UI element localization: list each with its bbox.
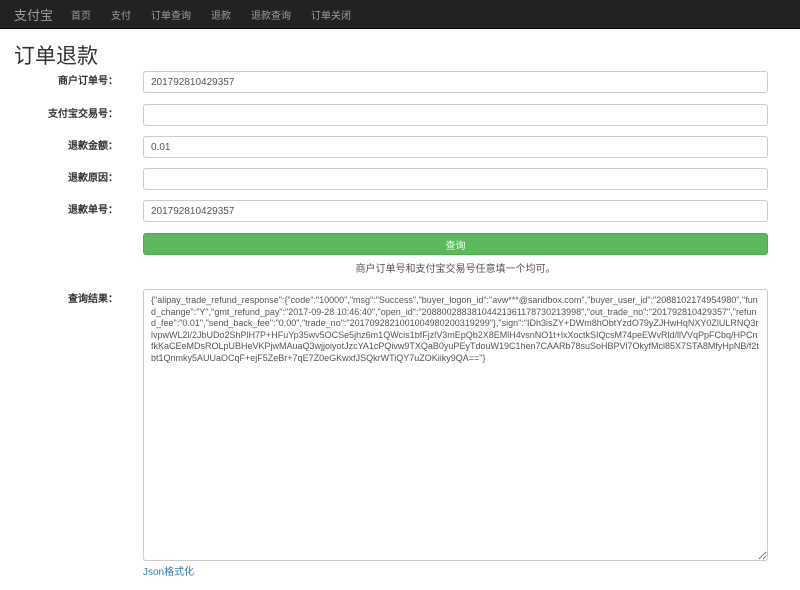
row-refund-amount: 退款金额：: [0, 136, 800, 158]
label-refund-amount: 退款金额：: [68, 141, 118, 152]
json-format-link[interactable]: Json格式化: [143, 563, 194, 578]
row-refund-reason: 退款原因：: [0, 168, 800, 190]
label-refund-reason: 退款原因：: [68, 173, 118, 184]
label-result: 查询结果：: [68, 294, 118, 305]
query-button[interactable]: 查询: [143, 233, 768, 255]
row-merchant-order-no: 商户订单号：: [0, 71, 800, 93]
nav-order-close[interactable]: 订单关闭: [311, 7, 351, 22]
nav-home[interactable]: 首页: [71, 7, 91, 22]
refund-reason-input[interactable]: [143, 168, 768, 190]
row-refund-no: 退款单号：: [0, 200, 800, 222]
refund-no-input[interactable]: [143, 200, 768, 222]
alipay-trade-no-input[interactable]: [143, 104, 768, 126]
refund-amount-input[interactable]: [143, 136, 768, 158]
label-merchant-order-no: 商户订单号：: [58, 76, 118, 87]
nav-refund[interactable]: 退款: [211, 7, 231, 22]
result-textarea[interactable]: {"alipay_trade_refund_response":{"code":…: [143, 289, 768, 561]
nav-order-query[interactable]: 订单查询: [151, 7, 191, 22]
label-refund-no: 退款单号：: [68, 205, 118, 216]
label-alipay-trade-no: 支付宝交易号：: [48, 109, 118, 120]
row-alipay-trade-no: 支付宝交易号：: [0, 104, 800, 126]
navbar: 支付宝 首页 支付 订单查询 退款 退款查询 订单关闭: [0, 0, 800, 29]
help-text: 商户订单号和支付宝交易号任意填一个均可。: [355, 264, 556, 275]
merchant-order-no-input[interactable]: [143, 71, 768, 93]
nav-refund-query[interactable]: 退款查询: [251, 7, 291, 22]
nav-pay[interactable]: 支付: [111, 7, 131, 22]
page-title: 订单退款: [14, 45, 98, 68]
brand-link[interactable]: 支付宝: [14, 5, 53, 24]
